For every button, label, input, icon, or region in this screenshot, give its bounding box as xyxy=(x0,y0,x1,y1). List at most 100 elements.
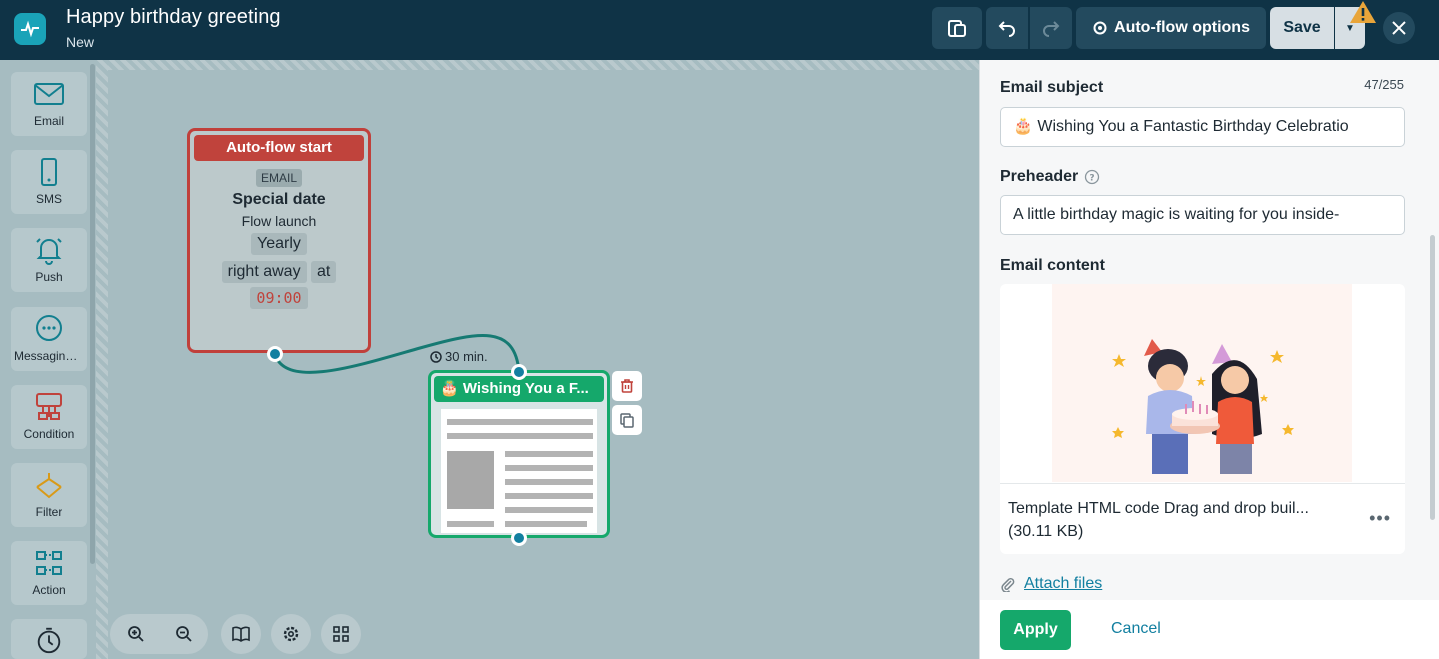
email-preview-image[interactable] xyxy=(1052,284,1352,482)
email-settings-panel: Email subject 47/255 🎂 Wishing You a Fan… xyxy=(979,60,1439,659)
zoom-out-icon xyxy=(176,626,192,642)
close-icon xyxy=(1392,21,1406,35)
apply-button[interactable]: Apply xyxy=(1000,610,1071,650)
top-bar: Happy birthday greeting New Auto-flow op… xyxy=(0,0,1439,60)
palette-item-timer[interactable] xyxy=(11,619,87,659)
email-node-output-handle[interactable] xyxy=(511,530,527,546)
palette-item-email[interactable]: Email xyxy=(11,72,87,136)
frequency-chip: Yearly xyxy=(251,233,307,255)
gear-icon xyxy=(1093,21,1107,35)
email-node-input-handle[interactable] xyxy=(511,364,527,380)
email-content-label: Email content xyxy=(1000,257,1105,274)
undo-icon xyxy=(998,21,1015,37)
warning-icon[interactable] xyxy=(1349,0,1377,24)
canvas-settings-button[interactable] xyxy=(271,614,311,654)
preheader-label: Preheader xyxy=(1000,168,1079,185)
grid-icon xyxy=(333,626,349,642)
undo-button[interactable] xyxy=(986,7,1028,49)
palette-item-condition[interactable]: Condition xyxy=(11,385,87,449)
bell-icon xyxy=(36,238,62,265)
preheader-label-row: Preheader ? xyxy=(1000,168,1100,186)
palette-item-filter[interactable]: Filter xyxy=(11,463,87,527)
canvas-border-left xyxy=(96,60,108,659)
email-subject-input[interactable]: 🎂 Wishing You a Fantastic Birthday Celeb… xyxy=(1000,107,1405,147)
zoom-in-button[interactable] xyxy=(116,614,156,654)
close-button[interactable] xyxy=(1383,12,1415,44)
filter-icon xyxy=(36,473,62,499)
minimap-button[interactable] xyxy=(321,614,361,654)
when-chip: right away xyxy=(221,261,307,283)
app-logo-icon[interactable] xyxy=(14,13,46,45)
palette-item-label: Push xyxy=(35,270,63,284)
palette-item-label: Messaging apps xyxy=(14,349,84,363)
flow-title[interactable]: Happy birthday greeting xyxy=(66,6,281,29)
delay-text: 30 min. xyxy=(445,349,488,364)
guide-button[interactable] xyxy=(221,614,261,654)
chat-icon xyxy=(36,315,62,341)
auto-flow-start-node[interactable]: Auto-flow start EMAIL Special date Flow … xyxy=(187,128,371,353)
cancel-button[interactable]: Cancel xyxy=(1111,620,1161,638)
at-chip: at xyxy=(311,261,337,283)
action-icon xyxy=(36,551,62,575)
palette-item-action[interactable]: Action xyxy=(11,541,87,605)
palette-item-label: Filter xyxy=(35,505,63,519)
redo-button[interactable] xyxy=(1030,7,1072,49)
palette-item-sms[interactable]: SMS xyxy=(11,150,87,214)
more-dots-icon: ••• xyxy=(1369,508,1391,528)
auto-flow-options-label: Auto-flow options xyxy=(1114,19,1250,36)
start-node-output-handle[interactable] xyxy=(267,346,283,362)
start-node-header: Auto-flow start xyxy=(194,135,364,161)
delete-node-button[interactable] xyxy=(612,371,642,401)
zoom-in-icon xyxy=(128,626,144,642)
redo-icon xyxy=(1043,21,1060,37)
duplicate-node-button[interactable] xyxy=(612,405,642,435)
palette-item-messaging[interactable]: Messaging apps xyxy=(11,307,87,371)
flow-status: New xyxy=(66,34,95,50)
email-node[interactable]: 🎂 Wishing You a F... xyxy=(428,370,610,538)
channel-tag: EMAIL xyxy=(255,169,302,187)
block-palette: Email SMS Push Messaging apps Condition … xyxy=(0,60,96,659)
email-subject-label: Email subject xyxy=(1000,79,1104,96)
book-icon xyxy=(232,626,250,642)
email-thumbnail xyxy=(441,409,597,533)
canvas-border xyxy=(96,60,979,70)
help-icon[interactable]: ? xyxy=(1084,169,1100,185)
email-content-card[interactable]: Template HTML code Drag and drop buil...… xyxy=(1000,284,1405,554)
start-time: 09:00 xyxy=(250,287,308,309)
start-launch: Flow launch xyxy=(241,213,317,229)
gear-icon xyxy=(283,626,299,642)
template-name: Template HTML code Drag and drop buil...… xyxy=(1008,497,1328,543)
paperclip-icon xyxy=(1001,577,1015,592)
envelope-icon xyxy=(34,83,64,105)
auto-flow-options-button[interactable]: Auto-flow options xyxy=(1076,7,1266,49)
palette-item-label: SMS xyxy=(35,192,62,206)
template-info: Template HTML code Drag and drop buil...… xyxy=(1000,483,1405,554)
svg-text:?: ? xyxy=(1090,174,1095,184)
subject-char-counter: 47/255 xyxy=(1364,77,1404,92)
attach-files-label: Attach files xyxy=(1024,575,1103,592)
chevron-down-icon: ▼ xyxy=(1345,22,1355,34)
template-title: Template HTML code Drag and drop buil... xyxy=(1008,500,1309,517)
clock-icon xyxy=(37,627,61,654)
palette-scrollbar[interactable] xyxy=(90,64,95,564)
zoom-out-button[interactable] xyxy=(164,614,204,654)
palette-item-push[interactable]: Push xyxy=(11,228,87,292)
template-size: (30.11 KB) xyxy=(1008,523,1084,540)
delay-label[interactable]: 30 min. xyxy=(430,349,488,364)
clipboard-icon xyxy=(948,20,966,37)
palette-item-label: Condition xyxy=(23,427,75,441)
flow-canvas[interactable] xyxy=(0,60,979,659)
save-button[interactable]: Save xyxy=(1270,7,1334,49)
attach-files-link[interactable]: Attach files xyxy=(1000,575,1102,593)
birthday-illustration xyxy=(1112,339,1294,474)
clipboard-button[interactable] xyxy=(932,7,982,49)
condition-icon xyxy=(36,393,62,420)
start-type: Special date xyxy=(232,191,326,208)
phone-icon xyxy=(41,158,57,186)
palette-item-label: Action xyxy=(32,583,66,597)
panel-scrollbar[interactable] xyxy=(1430,235,1435,520)
more-options-button[interactable]: ••• xyxy=(1369,508,1391,529)
copy-icon xyxy=(620,413,634,428)
clock-icon xyxy=(430,350,442,363)
preheader-input[interactable]: A little birthday magic is waiting for y… xyxy=(1000,195,1405,235)
